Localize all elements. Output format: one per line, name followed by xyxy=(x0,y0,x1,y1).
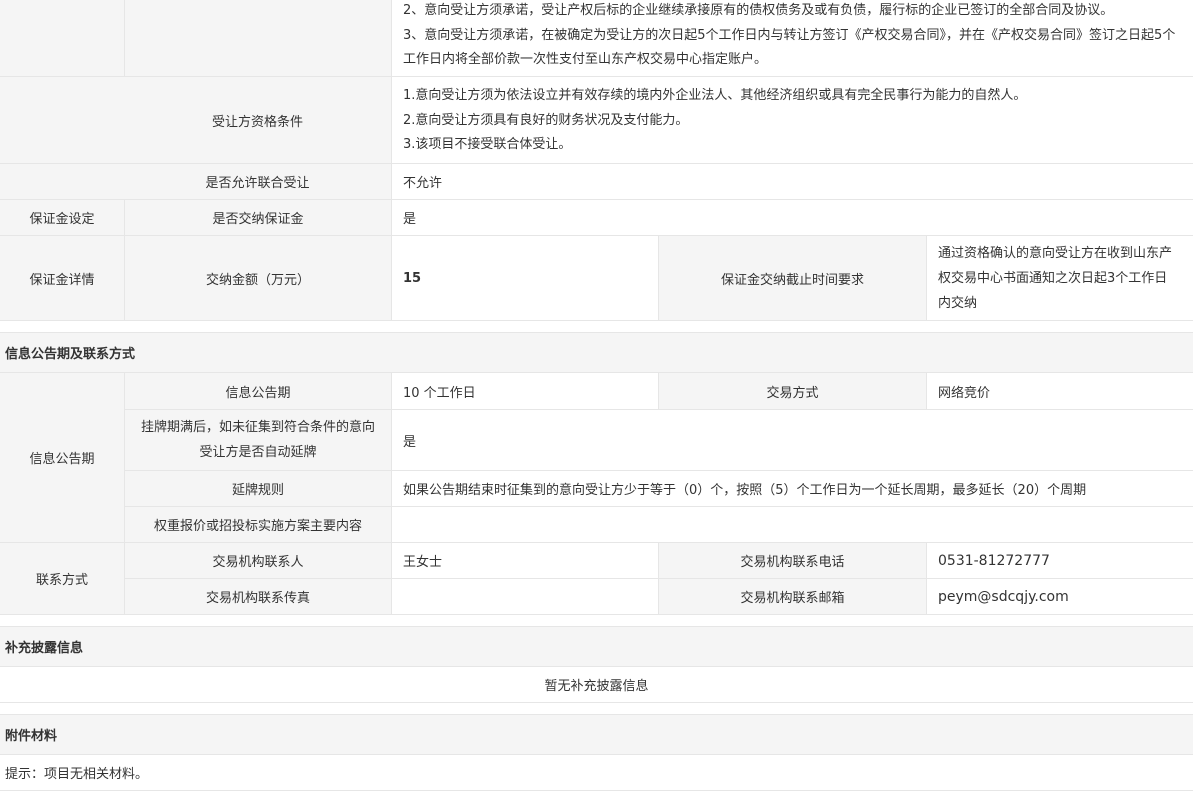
section-header-announcement: 信息公告期及联系方式 xyxy=(0,332,1193,373)
terms-group-cell xyxy=(0,0,124,77)
contact-phone-value: 0531-81272777 xyxy=(926,543,1193,579)
deposit-required-label: 是否交纳保证金 xyxy=(124,200,391,236)
period-value: 10 个工作日 xyxy=(391,373,658,410)
terms-line-2: 2、意向受让方须承诺，受让产权后标的企业继续承接原有的债权债务及或有负债，履行标… xyxy=(403,3,1114,18)
qualification-content: 1.意向受让方须为依法设立并有效存续的境内外企业法人、其他经济组织或具有完全民事… xyxy=(391,77,1193,164)
contact-email-value[interactable]: peym@sdcqjy.com xyxy=(926,579,1193,615)
contact-email-label: 交易机构联系邮箱 xyxy=(658,579,926,615)
section-header-attachments: 附件材料 xyxy=(0,714,1193,755)
terms-content-cell: 2、意向受让方须承诺，受让产权后标的企业继续承接原有的债权债务及或有负债，履行标… xyxy=(391,0,1193,77)
contact-person-label: 交易机构联系人 xyxy=(124,543,391,579)
period-label: 信息公告期 xyxy=(124,373,391,410)
supplement-empty-text: 暂无补充披露信息 xyxy=(0,667,1193,703)
joint-label: 是否允许联合受让 xyxy=(124,164,391,200)
deposit-setting-group: 保证金设定 xyxy=(0,200,124,236)
section-header-supplement: 补充披露信息 xyxy=(0,626,1193,667)
deposit-amount-label: 交纳金额（万元） xyxy=(124,236,391,321)
weight-value xyxy=(391,507,1193,543)
terms-label-cell xyxy=(124,0,391,77)
deposit-required-value: 是 xyxy=(391,200,1193,236)
deposit-deadline-value: 通过资格确认的意向受让方在收到山东产权交易中心书面通知之次日起3个工作日内交纳 xyxy=(926,236,1193,321)
joint-value: 不允许 xyxy=(391,164,1193,200)
method-label: 交易方式 xyxy=(658,373,926,410)
terms-line-3: 3、意向受让方须承诺，在被确定为受让方的次日起5个工作日内与转让方签订《产权交易… xyxy=(403,27,1176,68)
qualification-line: 1.意向受让方须为依法设立并有效存续的境内外企业法人、其他经济组织或具有完全民事… xyxy=(403,88,1027,103)
contact-person-value: 王女士 xyxy=(391,543,658,579)
rule-value: 如果公告期结束时征集到的意向受让方少于等于（0）个，按照（5）个工作日为一个延长… xyxy=(391,471,1193,507)
qualification-group-cell xyxy=(0,77,124,164)
deposit-amount-value: 15 xyxy=(391,236,658,321)
announcement-group: 信息公告期 xyxy=(0,373,124,543)
weight-label: 权重报价或招投标实施方案主要内容 xyxy=(124,507,391,543)
joint-group-cell xyxy=(0,164,124,200)
contact-phone-label: 交易机构联系电话 xyxy=(658,543,926,579)
method-value: 网络竞价 xyxy=(926,373,1193,410)
extend-value: 是 xyxy=(391,410,1193,471)
qualification-line: 3.该项目不接受联合体受让。 xyxy=(403,137,572,152)
qualification-label: 受让方资格条件 xyxy=(124,77,391,164)
extend-label: 挂牌期满后，如未征集到符合条件的意向受让方是否自动延牌 xyxy=(124,410,391,471)
attachments-note: 提示：项目无相关材料。 xyxy=(0,755,1193,791)
contact-fax-value xyxy=(391,579,658,615)
contact-group: 联系方式 xyxy=(0,543,124,615)
contact-fax-label: 交易机构联系传真 xyxy=(124,579,391,615)
rule-label: 延牌规则 xyxy=(124,471,391,507)
qualification-line: 2.意向受让方须具有良好的财务状况及支付能力。 xyxy=(403,112,689,128)
deposit-detail-group: 保证金详情 xyxy=(0,236,124,321)
deposit-deadline-label: 保证金交纳截止时间要求 xyxy=(658,236,926,321)
